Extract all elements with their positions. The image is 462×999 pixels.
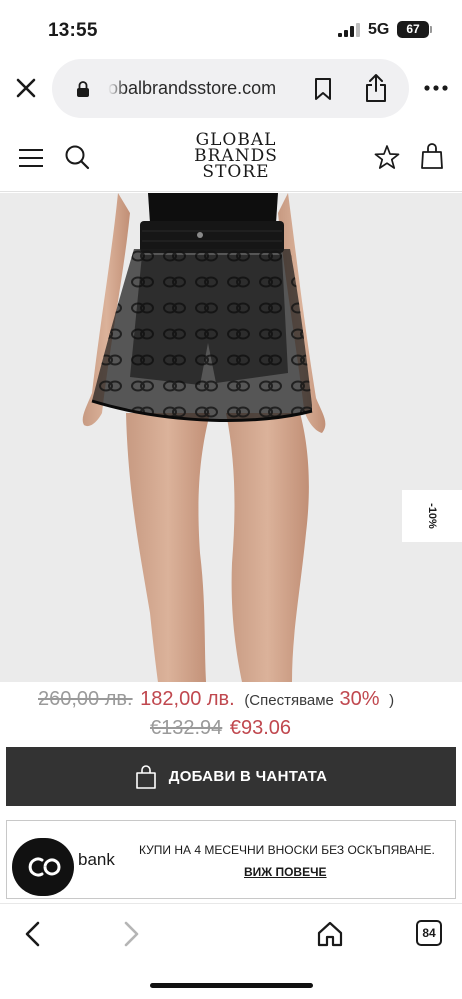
bookmark-icon[interactable] [314,77,332,101]
product-photo [82,193,326,682]
browser-bar: obalbrandsstore.com [0,58,462,124]
signal-icon [338,23,360,37]
more-icon[interactable] [422,76,450,100]
savings-prefix: (Спестяваме [244,692,334,709]
bag-icon [135,764,156,789]
url-text: obalbrandsstore.com [108,78,277,98]
savings-percent: 30% [339,688,380,710]
new-price-eur: €93.06 [229,717,292,739]
co-logo-icon [28,857,61,877]
savings-suffix: ) [389,692,395,709]
installments-more-link[interactable]: ВИЖ ПОВЕЧЕ [244,865,327,879]
menu-icon[interactable] [18,148,44,168]
price-row-eur: €132.94 €93.06 [150,717,291,740]
status-time: 13:55 [48,20,98,41]
search-icon[interactable] [64,144,90,170]
installments-title: КУПИ НА 4 МЕСЕЧНИ ВНОСКИ БЕЗ ОСКЪПЯВАНЕ. [139,843,435,857]
logo-line-3: STORE [202,162,270,182]
discount-badge-label: -10% [426,503,438,529]
back-arrow-icon[interactable] [22,920,44,948]
bank-logo-icon[interactable] [12,838,74,896]
battery-icon: 67 [397,21,429,38]
url-fade [108,74,126,104]
lock-icon [77,81,89,97]
add-to-bag-label: ДОБАВИ В ЧАНТАТА [168,768,328,785]
wishlist-star-icon[interactable] [374,144,400,170]
shopping-bag-icon[interactable] [420,142,444,170]
product-image[interactable]: -10% [0,193,462,682]
close-icon[interactable] [12,74,40,102]
price-row-bgn: 260,00 лв. 182,00 лв. (Спестяваме 30% ) [38,688,394,711]
status-bar: 13:55 5G 67 [0,0,462,58]
site-logo[interactable]: GLOBAL BRANDS STORE [166,132,306,182]
add-to-bag-button[interactable]: ДОБАВИ В ЧАНТАТА [6,747,456,806]
bank-label: bank [78,850,115,869]
site-header: GLOBAL BRANDS STORE [0,124,462,192]
forward-arrow-icon[interactable] [120,920,142,948]
new-price-bgn: 182,00 лв. [140,688,235,710]
tabs-count-button[interactable]: 84 [416,920,442,946]
home-icon[interactable] [316,920,344,948]
old-price-bgn: 260,00 лв. [38,688,133,710]
home-indicator [150,983,313,988]
address-bar[interactable]: obalbrandsstore.com [52,59,409,118]
share-icon[interactable] [364,73,388,103]
discount-badge: -10% [402,490,462,542]
battery-tip [430,26,432,33]
network-label: 5G [368,21,390,38]
old-price-eur: €132.94 [150,717,223,739]
